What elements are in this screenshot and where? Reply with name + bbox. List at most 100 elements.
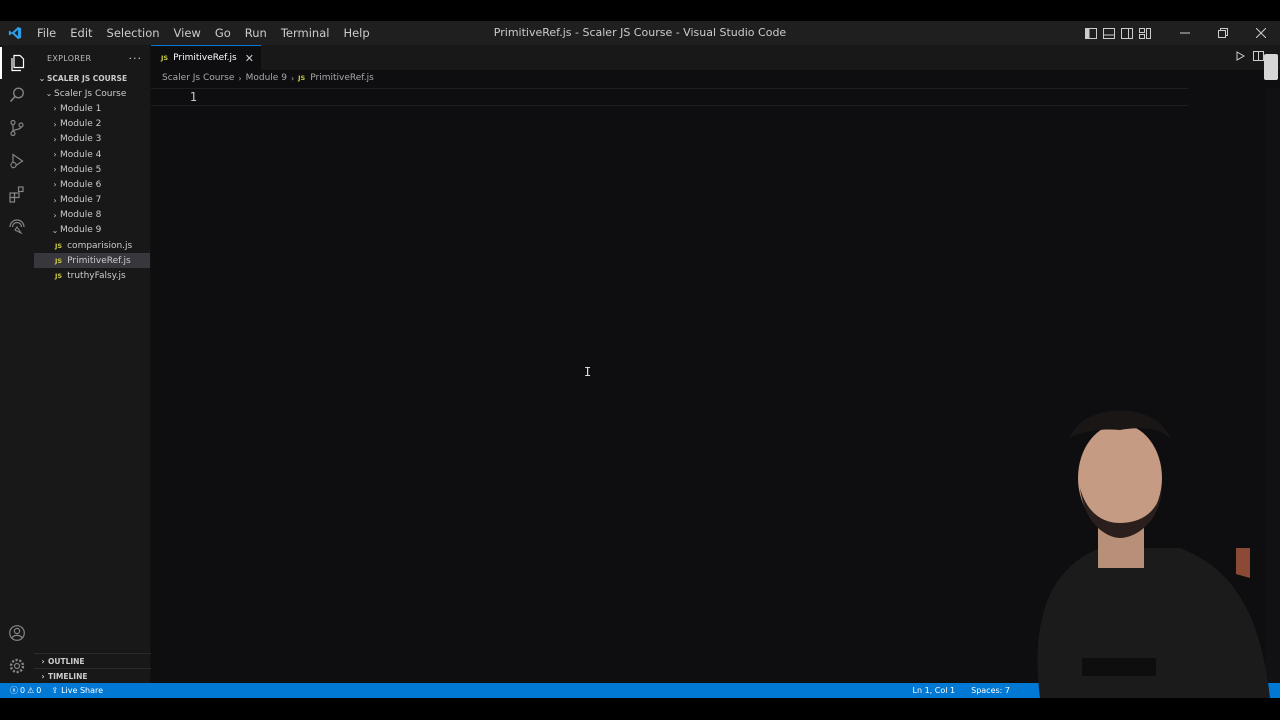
chevron-right-icon: › xyxy=(53,119,57,129)
folder-label: Module 1 xyxy=(60,103,102,114)
menu-edit[interactable]: Edit xyxy=(63,26,99,40)
menu-selection[interactable]: Selection xyxy=(100,26,167,40)
folder-module-7[interactable]: › Module 7 xyxy=(34,193,150,208)
folder-label: Module 7 xyxy=(60,195,102,206)
minimap-preview[interactable] xyxy=(1264,54,1278,80)
error-count: 0 xyxy=(20,686,26,695)
chevron-right-icon: › xyxy=(41,671,45,681)
menu-go[interactable]: Go xyxy=(208,26,238,40)
explorer-more-actions-icon[interactable]: ··· xyxy=(129,52,143,65)
chevron-down-icon: ⌄ xyxy=(51,225,59,235)
live-share-label: Live Share xyxy=(61,686,104,695)
explorer-sidebar: EXPLORER ··· ⌄ SCALER JS COURSE ⌄ Scaler… xyxy=(34,45,151,683)
folder-module-2[interactable]: › Module 2 xyxy=(34,117,150,132)
chevron-right-icon: › xyxy=(53,134,57,144)
run-and-debug-icon[interactable] xyxy=(0,145,34,177)
problems-indicator[interactable]: ⓧ 0 ⚠ 0 xyxy=(10,685,41,696)
menu-run[interactable]: Run xyxy=(238,26,274,40)
remote-explorer-icon[interactable] xyxy=(0,211,34,243)
warning-icon: ⚠ xyxy=(27,686,35,695)
split-editor-icon[interactable] xyxy=(1253,51,1264,64)
file-primitiveref-selected[interactable]: JS PrimitiveRef.js xyxy=(34,253,150,269)
chevron-right-icon: › xyxy=(238,73,242,83)
js-file-icon: JS xyxy=(55,272,63,281)
outline-section[interactable]: › OUTLINE xyxy=(34,653,151,668)
chevron-right-icon: › xyxy=(53,195,57,205)
folder-module-4[interactable]: › Module 4 xyxy=(34,147,150,162)
close-window-button[interactable] xyxy=(1242,21,1280,45)
menu-help[interactable]: Help xyxy=(336,26,376,40)
folder-module-9[interactable]: ⌄ Module 9 xyxy=(34,223,150,238)
breadcrumb-module[interactable]: Module 9 xyxy=(246,73,287,83)
current-code-line[interactable]: 1 xyxy=(151,88,1188,106)
extensions-icon[interactable] xyxy=(0,178,34,210)
file-label: truthyFalsy.js xyxy=(67,271,126,282)
tab-primitiveref[interactable]: JS PrimitiveRef.js ✕ xyxy=(151,45,261,70)
folder-module-3[interactable]: › Module 3 xyxy=(34,132,150,147)
js-file-icon: JS xyxy=(298,74,306,82)
chevron-right-icon: › xyxy=(53,150,57,160)
menu-terminal[interactable]: Terminal xyxy=(274,26,337,40)
timeline-label: TIMELINE xyxy=(48,671,88,681)
video-letterbox-bottom xyxy=(0,698,1280,720)
folder-root[interactable]: ⌄ Scaler Js Course xyxy=(34,86,150,101)
folder-label: Module 2 xyxy=(60,119,102,130)
text-cursor-icon: I xyxy=(584,365,592,379)
breadcrumb-file[interactable]: PrimitiveRef.js xyxy=(310,73,374,83)
chevron-right-icon: › xyxy=(53,210,57,220)
explorer-icon[interactable] xyxy=(0,47,34,79)
file-label: PrimitiveRef.js xyxy=(67,255,131,266)
restore-button[interactable] xyxy=(1204,21,1242,45)
outline-label: OUTLINE xyxy=(48,656,85,666)
explorer-title: EXPLORER xyxy=(47,53,92,63)
error-icon: ⓧ xyxy=(10,686,18,695)
file-comparision[interactable]: JS comparision.js xyxy=(34,238,150,253)
folder-label: Module 6 xyxy=(60,179,102,190)
activity-bar xyxy=(0,45,34,683)
close-tab-icon[interactable]: ✕ xyxy=(245,52,254,65)
warning-count: 0 xyxy=(36,686,42,695)
chevron-right-icon: › xyxy=(53,104,57,114)
source-control-icon[interactable] xyxy=(0,112,34,144)
toggle-primary-sidebar-icon[interactable] xyxy=(1084,26,1098,40)
chevron-down-icon: ⌄ xyxy=(45,89,53,99)
file-truthyfalsy[interactable]: JS truthyFalsy.js xyxy=(34,268,150,283)
folder-label: Scaler Js Course xyxy=(54,88,127,99)
timeline-section[interactable]: › TIMELINE xyxy=(34,668,151,683)
live-share-button[interactable]: ⇪ Live Share xyxy=(51,686,103,695)
folder-label: Module 4 xyxy=(60,149,102,160)
tab-label: PrimitiveRef.js xyxy=(173,53,237,63)
breadcrumb: Scaler Js Course › Module 9 › JS Primiti… xyxy=(151,70,1280,86)
video-letterbox-top xyxy=(0,0,1280,21)
menu-view[interactable]: View xyxy=(167,26,208,40)
manage-gear-icon[interactable] xyxy=(0,650,34,682)
customize-layout-icon[interactable] xyxy=(1138,26,1152,40)
folder-module-1[interactable]: › Module 1 xyxy=(34,101,150,116)
minimize-button[interactable] xyxy=(1166,21,1204,45)
folder-label: Module 3 xyxy=(60,134,102,145)
chevron-right-icon: › xyxy=(53,180,57,190)
run-code-icon[interactable] xyxy=(1236,51,1246,64)
toggle-secondary-sidebar-icon[interactable] xyxy=(1120,26,1134,40)
js-file-icon: JS xyxy=(55,256,63,265)
folder-label: Module 9 xyxy=(60,225,102,236)
vscode-logo-icon xyxy=(0,21,30,45)
file-label: comparision.js xyxy=(67,240,133,251)
folder-module-5[interactable]: › Module 5 xyxy=(34,162,150,177)
toggle-panel-icon[interactable] xyxy=(1102,26,1116,40)
live-share-icon: ⇪ xyxy=(51,686,59,695)
menu-file[interactable]: File xyxy=(30,26,63,40)
workspace-section[interactable]: ⌄ SCALER JS COURSE xyxy=(34,71,150,86)
workspace-label: SCALER JS COURSE xyxy=(47,74,128,84)
editor-tabs: JS PrimitiveRef.js ✕ xyxy=(151,45,1280,70)
presenter-webcam-image xyxy=(1000,398,1280,698)
search-icon[interactable] xyxy=(0,79,34,111)
js-file-icon: JS xyxy=(55,241,63,250)
cursor-position[interactable]: Ln 1, Col 1 xyxy=(913,686,956,695)
js-file-icon: JS xyxy=(161,54,169,62)
chevron-right-icon: › xyxy=(41,656,45,666)
accounts-icon[interactable] xyxy=(0,617,34,649)
breadcrumb-folder[interactable]: Scaler Js Course xyxy=(162,73,234,83)
folder-module-8[interactable]: › Module 8 xyxy=(34,208,150,223)
folder-module-6[interactable]: › Module 6 xyxy=(34,177,150,192)
